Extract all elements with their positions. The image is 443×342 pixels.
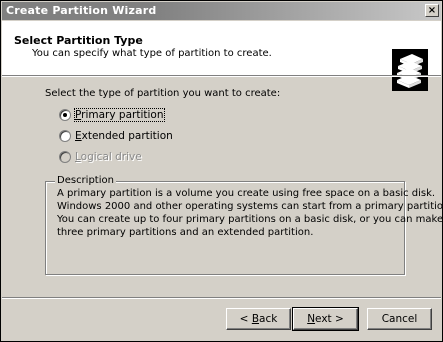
description-line: three primary partitions and an extended…	[57, 227, 314, 238]
window-title: Create Partition Wizard	[6, 4, 157, 17]
close-icon: ×	[427, 5, 437, 16]
partition-type-prompt: Select the type of partition you want to…	[45, 88, 281, 99]
radio-button	[59, 151, 71, 163]
header-divider	[2, 75, 441, 77]
wizard-window: Create Partition Wizard × Select Partiti…	[0, 0, 443, 342]
description-line: Windows 2000 and other operating systems…	[57, 201, 443, 212]
cancel-button[interactable]: Cancel	[367, 308, 432, 330]
description-legend: Description	[55, 175, 116, 186]
title-bar[interactable]: Create Partition Wizard ×	[2, 2, 441, 20]
back-button[interactable]: < Back	[226, 308, 291, 330]
page-title: Select Partition Type	[14, 34, 143, 47]
description-line: A primary partition is a volume you crea…	[57, 188, 436, 199]
radio-button[interactable]	[59, 109, 71, 121]
footer-divider	[2, 297, 441, 299]
close-button[interactable]: ×	[425, 4, 439, 17]
page-subtitle: You can specify what type of partition t…	[32, 48, 272, 59]
disk-stack-icon	[392, 49, 428, 91]
radio-label: Logical drive	[75, 151, 142, 163]
next-button[interactable]: Next >	[292, 307, 359, 331]
description-text: A primary partition is a volume you crea…	[57, 187, 443, 239]
radio-button[interactable]	[59, 130, 71, 142]
description-line: You can create up to four primary partit…	[57, 214, 443, 225]
wizard-header: Select Partition Type You can specify wh…	[2, 21, 441, 91]
radio-label: Primary partition	[74, 108, 165, 122]
radio-label: Extended partition	[75, 130, 173, 142]
